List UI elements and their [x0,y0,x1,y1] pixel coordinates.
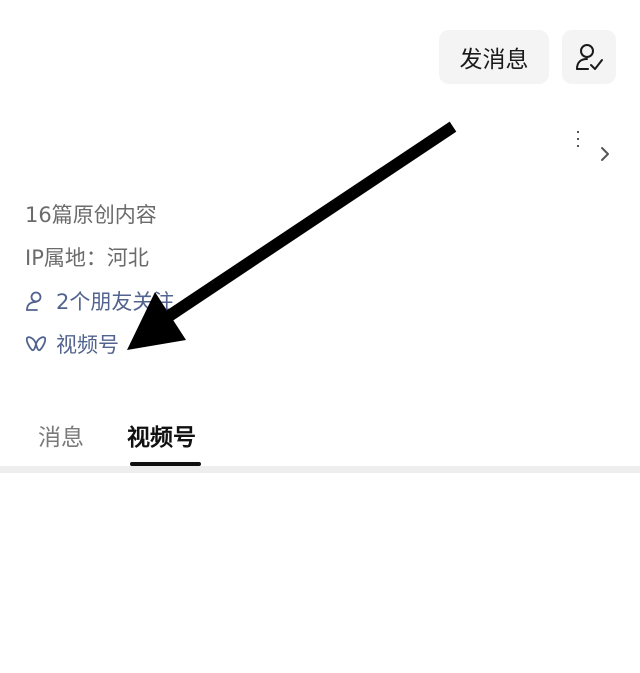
chevron-right-icon[interactable] [597,145,613,163]
send-message-button[interactable]: 发消息 [439,30,549,84]
section-divider [0,466,640,473]
tab-messages[interactable]: 消息 [38,418,84,452]
channels-butterfly-icon [25,333,47,355]
send-message-label: 发消息 [459,47,529,73]
original-content-count: 16篇原创内容 [25,203,157,227]
channels-link[interactable]: 视频号 [25,329,119,359]
friends-icon [25,290,47,312]
more-vertical-icon[interactable] [576,131,580,153]
channels-label: 视频号 [56,333,119,357]
ip-location: IP属地：河北 [25,246,149,270]
follow-status-button[interactable] [562,30,616,84]
friends-following-link[interactable]: 2个朋友关注 [25,286,174,316]
tab-channels[interactable]: 视频号 [127,418,196,452]
friends-following-label: 2个朋友关注 [56,290,175,314]
person-check-icon [576,44,603,70]
